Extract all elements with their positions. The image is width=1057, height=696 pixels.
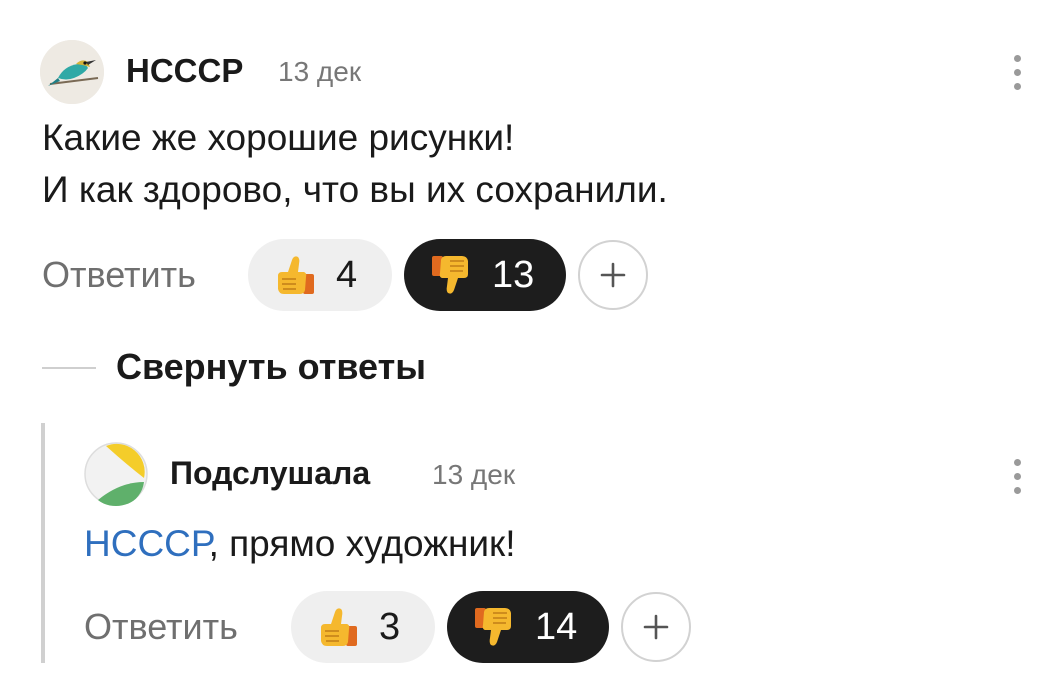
reply-like-count: 3	[379, 605, 401, 648]
like-count: 4	[336, 253, 358, 296]
yellow-green-logo-icon	[84, 442, 148, 506]
reply-add-reaction-button[interactable]	[621, 592, 691, 662]
thread-indicator	[41, 423, 45, 663]
bird-avatar-icon	[40, 40, 104, 104]
plus-icon	[600, 262, 626, 288]
reply-dislike-button[interactable]: 14	[447, 591, 609, 663]
thumbs-down-icon	[475, 608, 511, 646]
comment-more-button[interactable]	[1009, 55, 1025, 90]
reply-button[interactable]: Ответить	[42, 254, 196, 296]
thumbs-up-icon	[321, 608, 357, 646]
reply-text-body: , прямо художник!	[208, 523, 516, 564]
collapse-replies-button[interactable]: Свернуть ответы	[116, 346, 426, 388]
reply-reply-button[interactable]: Ответить	[84, 606, 238, 648]
plus-icon	[643, 614, 669, 640]
more-vertical-icon	[1013, 55, 1021, 62]
comment-text-line-1: Какие же хорошие рисунки!	[42, 117, 515, 158]
add-reaction-button[interactable]	[578, 240, 648, 310]
reply-like-button[interactable]: 3	[291, 591, 435, 663]
comment-text-line-2: И как здорово, что вы их сохранили.	[42, 169, 668, 210]
dislike-count: 13	[492, 253, 535, 296]
reply-dislike-count: 14	[535, 605, 578, 648]
dislike-button[interactable]: 13	[404, 239, 566, 311]
comment-date: 13 дек	[278, 56, 362, 87]
reply-author[interactable]: Подслушала	[170, 455, 370, 492]
collapse-divider	[42, 367, 96, 369]
thumbs-down-icon	[432, 256, 468, 294]
reply-author-avatar[interactable]	[84, 442, 148, 506]
like-button[interactable]: 4	[248, 239, 392, 311]
comment-author[interactable]: НСССР	[126, 52, 243, 90]
thumbs-up-icon	[278, 256, 314, 294]
author-avatar[interactable]	[40, 40, 104, 104]
mention-link[interactable]: НСССР	[84, 523, 209, 564]
reply-date: 13 дек	[432, 459, 516, 490]
reply-more-button[interactable]	[1009, 459, 1025, 494]
reply-text: НСССР, прямо художник!	[84, 518, 516, 570]
more-vertical-icon	[1013, 459, 1021, 466]
